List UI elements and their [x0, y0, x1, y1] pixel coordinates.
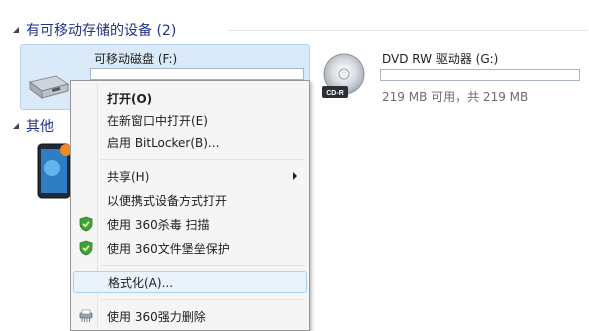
menu-separator — [101, 299, 305, 300]
portable-device-icon[interactable] — [36, 142, 72, 200]
group-header-label: 有可移动存储的设备 (2) — [26, 23, 177, 39]
menu-item-bitlocker[interactable]: 启用 BitLocker(B)... — [73, 131, 307, 153]
menu-item-label: 打开(O) — [107, 91, 153, 106]
menu-item-label: 在新窗口中打开(E) — [107, 113, 208, 128]
usb-capacity-bar — [90, 68, 304, 80]
menu-item-format[interactable]: 格式化(A)... — [73, 271, 307, 293]
menu-item-label: 使用 360杀毒 扫描 — [107, 217, 210, 232]
menu-item-label: 使用 360文件堡垒保护 — [107, 241, 230, 256]
menu-item-portable-open[interactable]: 以便携式设备方式打开 — [73, 189, 307, 211]
menu-separator — [101, 159, 305, 160]
menu-item-360-scan[interactable]: 使用 360杀毒 扫描 — [73, 213, 307, 235]
dvd-capacity-bar — [380, 69, 580, 81]
disc-label: CD-R — [326, 90, 344, 97]
shield-icon — [79, 240, 93, 256]
header-divider — [228, 30, 588, 31]
dvd-disc-icon: CD-R — [322, 53, 365, 98]
menu-separator — [101, 265, 305, 266]
group-header-removable[interactable]: 有可移动存储的设备 (2) — [12, 20, 588, 40]
shield-icon — [79, 216, 93, 232]
menu-item-label: 启用 BitLocker(B)... — [107, 135, 220, 150]
menu-item-360-force-delete[interactable]: 使用 360强力删除 — [73, 305, 307, 327]
usb-drive-name: 可移动磁盘 (F:) — [94, 52, 178, 66]
dvd-free-space: 219 MB 可用，共 219 MB — [382, 90, 529, 104]
menu-item-share[interactable]: 共享(H) — [73, 165, 307, 187]
usb-drive-icon — [28, 75, 70, 99]
submenu-arrow-icon — [293, 172, 297, 180]
dvd-drive-name: DVD RW 驱动器 (G:) — [382, 52, 499, 66]
group-header-label: 其他 — [26, 119, 54, 135]
menu-item-open-new-window[interactable]: 在新窗口中打开(E) — [73, 109, 307, 131]
menu-item-open[interactable]: 打开(O) — [73, 87, 307, 109]
context-menu: 打开(O) 在新窗口中打开(E) 启用 BitLocker(B)... 共享(H… — [70, 80, 310, 331]
collapse-triangle-icon[interactable] — [12, 122, 20, 130]
menu-item-label: 格式化(A)... — [108, 275, 174, 290]
shredder-icon — [79, 309, 93, 322]
menu-item-label: 以便携式设备方式打开 — [107, 193, 228, 208]
menu-item-360-protect[interactable]: 使用 360文件堡垒保护 — [73, 237, 307, 259]
group-header-other[interactable]: 其他 — [12, 116, 72, 136]
menu-item-label: 共享(H) — [107, 169, 150, 184]
menu-item-label: 使用 360强力删除 — [107, 309, 206, 324]
collapse-triangle-icon[interactable] — [12, 26, 20, 34]
